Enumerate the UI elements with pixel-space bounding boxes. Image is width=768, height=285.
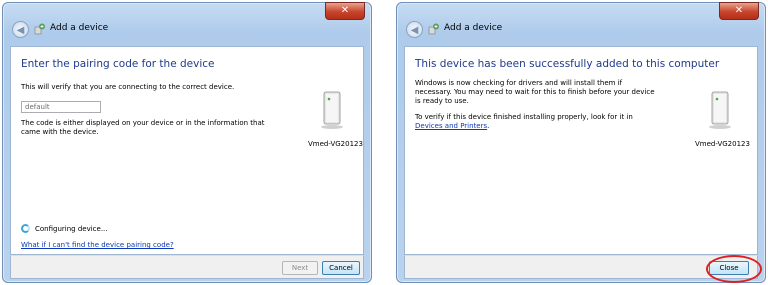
cancel-button[interactable]: Cancel	[322, 261, 360, 275]
device-name: Vmed-VG20123	[308, 140, 363, 148]
dialog-content: Enter the pairing code for the device Th…	[10, 46, 364, 255]
loading-spinner-icon	[21, 224, 30, 233]
dialog-title: Add a device	[444, 23, 503, 33]
dialog-footer: Close	[404, 255, 758, 279]
devices-and-printers-link[interactable]: Devices and Printers	[415, 122, 487, 130]
link-suffix: .	[487, 122, 490, 130]
status-text: Configuring device...	[35, 225, 108, 233]
add-device-dialog-success: ✕ ◀ Add a device This device has been su…	[396, 2, 766, 283]
add-device-icon	[428, 23, 439, 35]
page-heading: This device has been successfully added …	[415, 58, 720, 70]
back-arrow-icon[interactable]: ◀	[12, 21, 29, 38]
device-icon	[709, 91, 731, 129]
add-device-dialog-pairing: ✕ ◀ Add a device Enter the pairing code …	[2, 2, 372, 283]
pairing-code-input[interactable]: default	[21, 101, 101, 113]
back-arrow-icon[interactable]: ◀	[406, 21, 423, 38]
info-text-line3: is ready to use.	[415, 97, 469, 105]
info-text-line2: necessary. You may need to wait for this…	[415, 88, 655, 96]
device-icon	[321, 91, 343, 129]
page-heading: Enter the pairing code for the device	[21, 58, 215, 70]
dialog-title: Add a device	[50, 23, 109, 33]
help-text-line2: came with the device.	[21, 128, 99, 136]
dialog-footer: Next Cancel	[10, 255, 364, 279]
add-device-icon	[34, 23, 45, 35]
verify-text: To verify if this device finished instal…	[415, 113, 633, 121]
help-text-line1: The code is either displayed on your dev…	[21, 119, 265, 127]
title-bar: ◀ Add a device	[397, 3, 765, 45]
intro-text: This will verify that you are connecting…	[21, 83, 235, 91]
next-button[interactable]: Next	[282, 261, 318, 275]
dialog-content: This device has been successfully added …	[404, 46, 758, 255]
pairing-help-link[interactable]: What if I can't find the device pairing …	[21, 241, 174, 249]
info-text-line1: Windows is now checking for drivers and …	[415, 79, 623, 87]
title-bar: ◀ Add a device	[3, 3, 371, 45]
device-name: Vmed-VG20123	[695, 140, 750, 148]
highlight-circle	[706, 255, 762, 283]
